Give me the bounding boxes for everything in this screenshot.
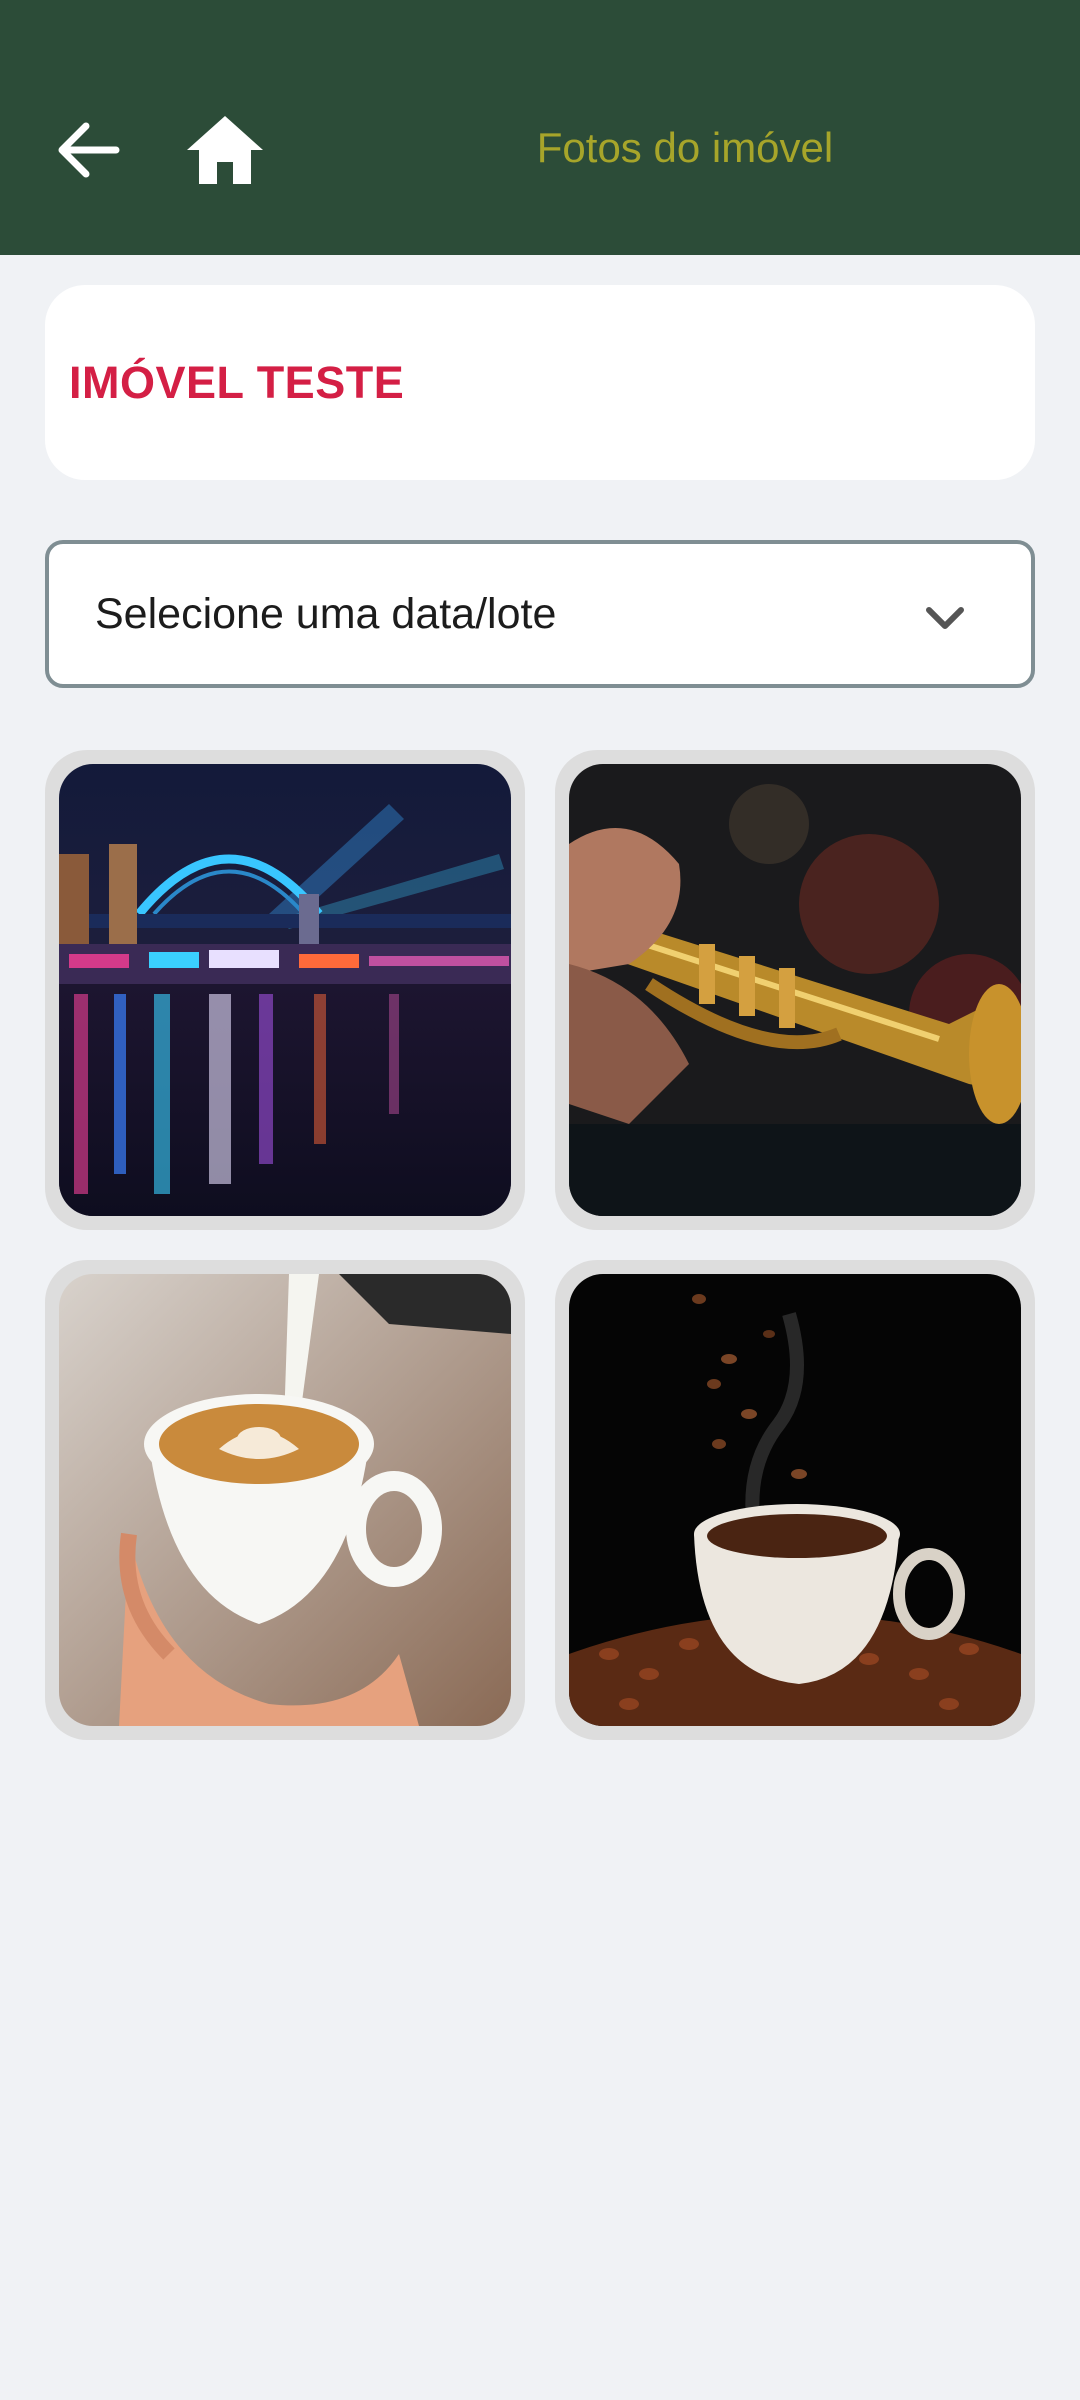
trumpet-photo [569, 764, 1021, 1216]
page-title: Fotos do imóvel [536, 124, 834, 171]
bridge-night-photo [59, 764, 511, 1216]
arrow-back-icon [58, 122, 120, 178]
app-bar: Fotos do imóvel [0, 0, 1080, 255]
home-icon [187, 116, 263, 184]
back-button[interactable] [52, 110, 124, 190]
photo-thumbnail-3[interactable] [45, 1260, 525, 1740]
photo-thumbnail-2[interactable] [555, 750, 1035, 1230]
property-card: IMÓVEL TESTE [45, 285, 1035, 480]
date-lot-select[interactable]: Selecione uma data/lote [45, 540, 1035, 688]
photo-thumbnail-4[interactable] [555, 1260, 1035, 1740]
latte-art-photo [59, 1274, 511, 1726]
home-button[interactable] [180, 105, 270, 195]
chevron-down-icon [926, 607, 964, 629]
photo-thumbnail-1[interactable] [45, 750, 525, 1230]
coffee-beans-cup-photo [569, 1274, 1021, 1726]
date-lot-select-label: Selecione uma data/lote [95, 589, 557, 638]
property-name: IMÓVEL TESTE [69, 356, 405, 408]
